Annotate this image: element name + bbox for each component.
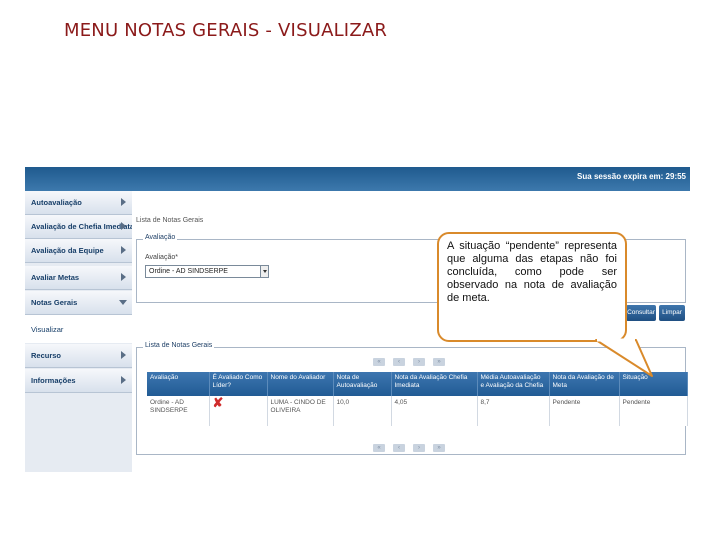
callout-pointer bbox=[595, 338, 653, 377]
